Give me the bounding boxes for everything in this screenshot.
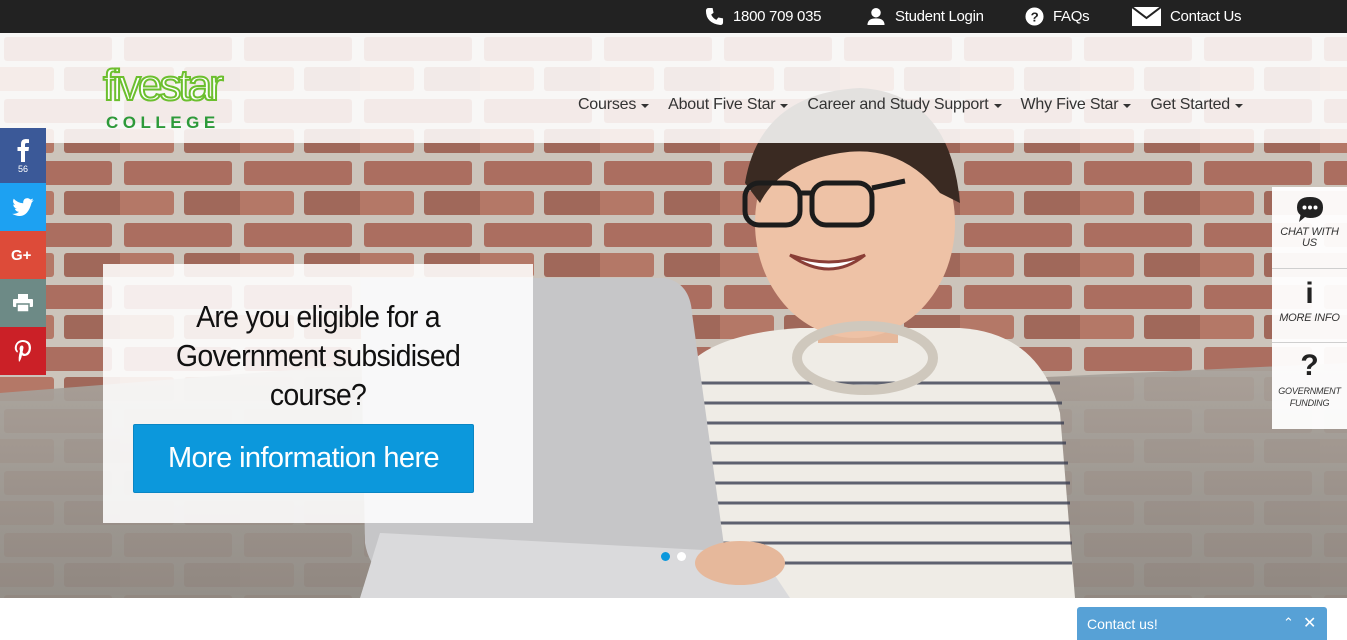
faqs-label: FAQs — [1053, 8, 1090, 25]
question-circle-icon: ? — [1025, 7, 1044, 26]
print-icon — [13, 294, 33, 312]
more-info-label: MORE INFO — [1279, 312, 1340, 324]
student-login-link[interactable]: Student Login — [866, 0, 984, 33]
nav-item-career-support[interactable]: Career and Study Support — [807, 96, 1002, 114]
close-icon[interactable]: ✕ — [1303, 613, 1316, 633]
info-icon: i — [1305, 277, 1314, 310]
eligibility-callout: Are you eligible for a Government subsid… — [103, 264, 533, 523]
nav-item-label: About Five Star — [668, 96, 776, 113]
facebook-icon — [17, 138, 29, 162]
logo-subtitle: COLLEGE — [106, 113, 220, 132]
question-mark-icon: ? — [1300, 349, 1319, 382]
chat-bubble-icon — [1296, 197, 1323, 222]
facebook-share-button[interactable]: 56 — [0, 128, 46, 183]
government-funding-button[interactable]: ? GOVERNMENT FUNDING — [1272, 343, 1347, 429]
nav-item-label: Get Started — [1150, 96, 1230, 113]
pinterest-icon — [14, 340, 31, 362]
facebook-share-count: 56 — [17, 163, 28, 174]
faqs-link[interactable]: ? FAQs — [1025, 0, 1090, 33]
nav-item-label: Courses — [577, 96, 637, 113]
chevron-up-icon[interactable]: ⌃ — [1283, 615, 1294, 631]
social-share-bar: 56 G+ — [0, 128, 46, 375]
twitter-share-button[interactable] — [0, 183, 46, 231]
twitter-icon — [12, 198, 34, 216]
fivestar-college-logo[interactable]: fivestar COLLEGE — [102, 63, 253, 134]
chat-with-us-label: CHAT WITH US — [1280, 226, 1339, 249]
contact-widget-label: Contact us! — [1087, 616, 1158, 632]
nav-item-why-five-star[interactable]: Why Five Star — [1021, 96, 1132, 114]
google-plus-share-button[interactable]: G+ — [0, 231, 46, 279]
more-information-button[interactable]: More information here — [133, 424, 474, 493]
student-login-label: Student Login — [895, 8, 984, 25]
contact-us-label: Contact Us — [1170, 8, 1242, 25]
phone-number: 1800 709 035 — [733, 8, 822, 25]
government-funding-label: GOVERNMENT FUNDING — [1278, 386, 1341, 408]
logo-wordmark: fivestar — [102, 61, 225, 110]
quick-links-panel: CHAT WITH US i MORE INFO ? GOVERNMENT FU… — [1272, 187, 1347, 429]
contact-us-widget[interactable]: Contact us! ⌃ ✕ — [1077, 607, 1327, 640]
caret-down-icon — [1123, 104, 1132, 108]
phone-icon — [705, 7, 724, 26]
caret-down-icon — [993, 104, 1002, 108]
slider-dot-active[interactable] — [661, 552, 670, 561]
eligibility-headline: Are you eligible for a Government subsid… — [175, 299, 461, 412]
pinterest-share-button[interactable] — [0, 327, 46, 375]
nav-item-get-started[interactable]: Get Started — [1150, 96, 1243, 114]
more-info-button[interactable]: i MORE INFO — [1272, 269, 1347, 343]
phone-link[interactable]: 1800 709 035 — [705, 0, 821, 33]
svg-text:?: ? — [1031, 9, 1039, 24]
chat-with-us-button[interactable]: CHAT WITH US — [1272, 187, 1347, 269]
caret-down-icon — [1235, 104, 1243, 108]
caret-down-icon — [780, 104, 789, 108]
svg-text:G+: G+ — [11, 247, 32, 263]
caret-down-icon — [641, 104, 650, 108]
main-nav: Courses About Five Star Career and Study… — [578, 96, 1243, 114]
contact-us-link[interactable]: Contact Us — [1132, 0, 1242, 33]
nav-item-about[interactable]: About Five Star — [668, 96, 789, 114]
envelope-icon — [1132, 7, 1161, 26]
google-plus-icon: G+ — [11, 247, 32, 263]
user-icon — [867, 7, 885, 26]
nav-item-courses[interactable]: Courses — [577, 96, 650, 114]
top-bar: 1800 709 035 Student Login ? FAQs Contac… — [0, 0, 1347, 33]
nav-item-label: Career and Study Support — [807, 96, 989, 113]
slider-dot[interactable] — [677, 552, 686, 561]
print-button[interactable] — [0, 279, 46, 327]
nav-item-label: Why Five Star — [1020, 96, 1119, 113]
